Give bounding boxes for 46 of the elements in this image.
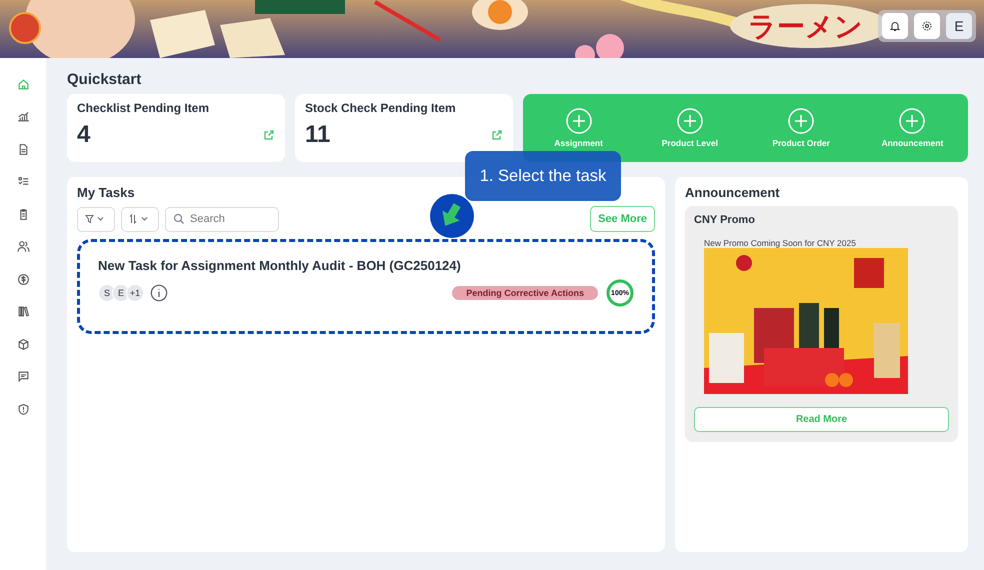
read-more-button[interactable]: Read More xyxy=(694,407,949,432)
banner-title: ラーメン xyxy=(748,9,863,45)
assignee-avatar: +1 xyxy=(126,284,144,302)
dollar-icon xyxy=(16,272,30,286)
users-icon xyxy=(16,240,30,253)
assignee-avatar: S xyxy=(98,284,116,302)
announcement-text: New Promo Coming Soon for CNY 2025 xyxy=(704,238,857,248)
see-more-button[interactable]: See More xyxy=(590,206,655,232)
chat-icon xyxy=(16,370,30,383)
filter-button[interactable] xyxy=(77,206,115,232)
panel-title: Announcement xyxy=(685,185,781,200)
shield-icon xyxy=(16,402,30,416)
chart-icon xyxy=(16,110,30,123)
quick-action-button[interactable]: Assignment xyxy=(523,107,634,149)
plus-circle-icon xyxy=(566,108,592,134)
plus-circle-icon xyxy=(788,108,814,134)
bell-icon xyxy=(889,20,901,32)
assignee-avatar: E xyxy=(112,284,130,302)
plus-circle-icon xyxy=(899,108,926,134)
quick-action-button[interactable]: Product Order xyxy=(746,107,857,149)
settings-button[interactable] xyxy=(914,13,940,39)
stat-label: Checklist Pending Item xyxy=(77,101,210,115)
status-badge: Pending Corrective Actions xyxy=(452,286,598,300)
info-icon[interactable] xyxy=(150,284,168,302)
sort-button[interactable] xyxy=(121,206,159,232)
settings-icon xyxy=(921,20,933,32)
quick-action-button[interactable]: Announcement xyxy=(856,107,968,149)
task-title: New Task for Assignment Monthly Audit - BOH (GC250124) xyxy=(98,258,462,273)
announcement-title: CNY Promo xyxy=(694,214,756,226)
stat-label: Stock Check Pending Item xyxy=(305,101,457,115)
tutorial-tooltip: 1. Select the task xyxy=(465,151,621,201)
stat-value: 11 xyxy=(305,121,330,149)
home-icon xyxy=(16,78,30,90)
stat-value: 4 xyxy=(77,121,90,149)
box-icon xyxy=(16,338,30,350)
panel-title: My Tasks xyxy=(77,185,136,200)
user-avatar[interactable]: E xyxy=(946,13,972,39)
notification-button[interactable] xyxy=(882,13,908,39)
document-icon xyxy=(16,142,30,156)
search-field[interactable]: Search xyxy=(165,206,279,232)
quick-action-button[interactable]: Product Level xyxy=(634,107,746,149)
search-icon xyxy=(173,213,185,225)
plus-circle-icon xyxy=(676,108,703,134)
section-title: Quickstart xyxy=(67,71,142,88)
books-icon xyxy=(16,305,30,318)
checklist-icon xyxy=(16,175,30,188)
